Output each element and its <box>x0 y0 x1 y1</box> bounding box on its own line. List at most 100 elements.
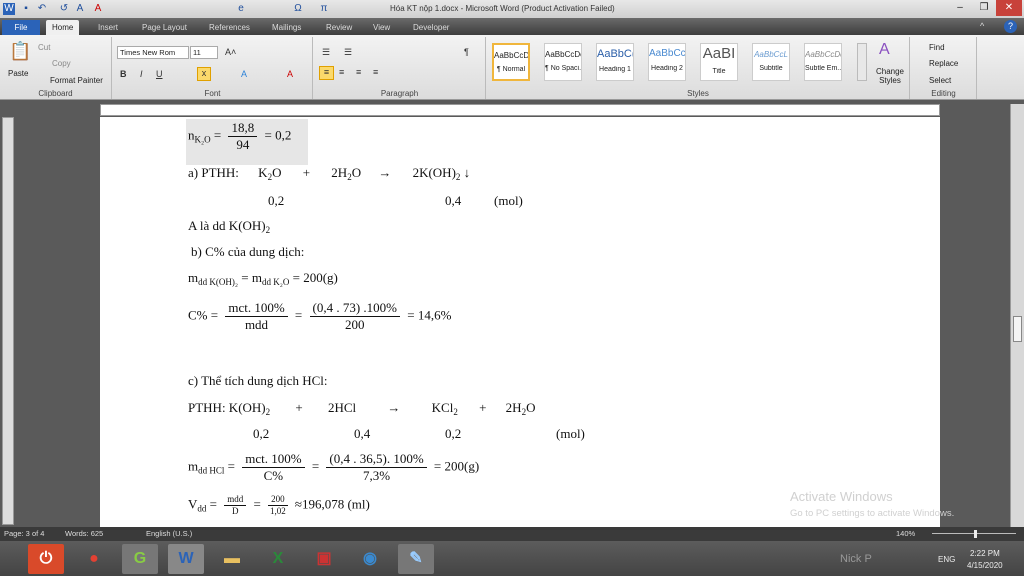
paragraph-label: Paragraph <box>380 89 419 98</box>
underline-button[interactable]: U <box>156 69 163 79</box>
heading-b: b) C% của dung dịch: <box>191 244 305 259</box>
tab-references[interactable]: References <box>203 20 256 35</box>
vertical-ruler[interactable] <box>2 117 14 525</box>
input-language[interactable]: ENG <box>938 555 955 564</box>
collapse-ribbon-icon[interactable]: ^ <box>980 21 984 31</box>
replace-button[interactable]: Replace <box>929 59 958 68</box>
pi-icon[interactable]: π <box>318 3 330 15</box>
styles-label: Styles <box>687 89 709 98</box>
styles-group: AaBbCcDc¶ Normal AaBbCcDc¶ No Spaci... A… <box>487 37 910 99</box>
font-size-select[interactable]: 11 <box>190 46 218 59</box>
tab-review[interactable]: Review <box>320 20 358 35</box>
tab-view[interactable]: View <box>367 20 396 35</box>
justify-button[interactable]: ≡ <box>373 67 378 77</box>
document-page[interactable]: nK₂O = 18,8 94 = 0,2 a) PTHH: K2O + 2H2O … <box>100 117 940 527</box>
font-icon[interactable]: A <box>74 3 86 15</box>
clipboard-label: Clipboard <box>38 89 73 98</box>
select-button[interactable]: Select <box>929 76 951 85</box>
clipboard-group: 📋 Paste Cut Copy Format Painter Clipboar… <box>0 37 112 99</box>
grow-font-icon[interactable]: A˄ <box>225 47 236 57</box>
style-normal[interactable]: AaBbCcDc¶ Normal <box>492 43 530 81</box>
equation-mdd: mdd K(OH)₂ = mdd K₂O = 200(g) <box>188 270 338 287</box>
zoom-level[interactable]: 140% <box>896 527 915 541</box>
change-styles-button[interactable]: Change Styles <box>873 67 907 85</box>
tab-mailings[interactable]: Mailings <box>266 20 307 35</box>
paste-button[interactable]: Paste <box>8 69 28 78</box>
redo-icon[interactable]: ↺ <box>58 3 70 15</box>
tab-page-layout[interactable]: Page Layout <box>136 20 193 35</box>
numbering-icon[interactable]: ☰ <box>344 47 352 58</box>
equation-mdd-hcl: mdd HCl = mct. 100% C% = (0,4 . 36,5). 10… <box>188 451 480 483</box>
excel-icon[interactable]: X <box>260 544 296 574</box>
tab-insert[interactable]: Insert <box>92 20 124 35</box>
restore-button[interactable]: ❐ <box>972 0 996 16</box>
app-icon-2[interactable]: ▣ <box>306 544 342 574</box>
align-center-button[interactable]: ≡ <box>339 67 344 77</box>
bold-button[interactable]: B <box>120 69 127 79</box>
styles-scroll[interactable] <box>857 43 867 81</box>
tab-developer[interactable]: Developer <box>407 20 455 35</box>
show-marks-icon[interactable]: ¶ <box>464 47 469 57</box>
taskbar: ⏻ ● G W ▬ X ▣ ◉ ✎ Nick P ENG 2:22 PM 4/1… <box>0 541 1024 576</box>
chrome-icon[interactable]: ● <box>76 544 112 574</box>
reaction-a: a) PTHH: K2O + 2H2O → 2K(OH)2 ↓ <box>188 165 471 182</box>
language[interactable]: English (U.S.) <box>146 527 192 541</box>
font-name-select[interactable]: Times New Rom <box>117 46 189 59</box>
help-icon[interactable]: ? <box>1004 20 1017 33</box>
align-right-button[interactable]: ≡ <box>356 67 361 77</box>
style-no-spacing[interactable]: AaBbCcDc ¶ No Spaci... <box>544 43 582 81</box>
equation-icon[interactable]: e <box>235 3 247 15</box>
save-icon[interactable]: ▪ <box>20 3 32 15</box>
copy-button[interactable]: Copy <box>52 59 71 68</box>
power-app-icon[interactable]: ⏻ <box>28 544 64 574</box>
style-title[interactable]: AaBI Title <box>700 43 738 81</box>
mol-unit: (mol) <box>556 426 585 441</box>
tab-home[interactable]: Home <box>46 20 80 35</box>
align-left-button[interactable]: ≡ <box>319 66 334 80</box>
omega-icon[interactable]: Ω <box>292 3 304 15</box>
tab-file[interactable]: File <box>2 20 40 35</box>
style-heading-2[interactable]: AaBbCc Heading 2 <box>648 43 686 81</box>
word-taskbar-icon[interactable]: W <box>168 544 204 574</box>
title-bar: W ▪ ↶ ↺ A A e Ω π Hóa KT nộp 1.docx - Mi… <box>0 0 1024 18</box>
network-icon[interactable]: ◉ <box>352 544 388 574</box>
word-count[interactable]: Words: 625 <box>65 527 103 541</box>
activate-windows-title: Activate Windows <box>790 489 893 504</box>
mol-value: 0,2 <box>253 426 270 441</box>
change-styles-icon[interactable]: A <box>879 41 890 59</box>
file-explorer-icon[interactable]: ▬ <box>214 544 250 574</box>
clock-time[interactable]: 2:22 PM <box>970 549 1000 558</box>
minimize-button[interactable]: – <box>948 0 972 16</box>
format-painter-button[interactable]: Format Painter <box>50 76 103 85</box>
paint-icon[interactable]: ✎ <box>398 544 434 574</box>
bullets-icon[interactable]: ☰ <box>322 47 330 58</box>
ribbon-tabs: File Home Insert Page Layout References … <box>0 18 1024 35</box>
app-icon[interactable]: G <box>122 544 158 574</box>
close-button[interactable]: ✕ <box>996 0 1022 16</box>
italic-button[interactable]: I <box>140 69 143 79</box>
cut-button[interactable]: Cut <box>38 43 50 52</box>
style-subtle-emphasis[interactable]: AaBbCcDc Subtle Em... <box>804 43 842 81</box>
horizontal-ruler[interactable] <box>100 104 940 116</box>
mol-value: 0,2 <box>445 426 462 441</box>
word-icon[interactable]: W <box>3 3 15 15</box>
style-heading-1[interactable]: AaBbC(Heading 1 <box>596 43 634 81</box>
mol-unit: (mol) <box>494 193 523 208</box>
editing-group: Find Replace Select Editing <box>911 37 977 99</box>
zoom-slider-thumb[interactable] <box>974 530 977 538</box>
style-subtitle[interactable]: AaBbCcL Subtitle <box>752 43 790 81</box>
paste-icon[interactable]: 📋 <box>9 41 31 62</box>
undo-icon[interactable]: ↶ <box>36 3 48 15</box>
subscript-button[interactable]: x <box>197 67 211 81</box>
vertical-scrollbar[interactable] <box>1010 104 1024 527</box>
clock-date[interactable]: 4/15/2020 <box>967 561 1003 570</box>
font-color-button[interactable]: A <box>287 69 293 79</box>
reaction-c: PTHH: K(OH)2 + 2HCl → KCl2 + 2H2O <box>188 400 536 417</box>
page-count[interactable]: Page: 3 of 4 <box>4 527 44 541</box>
font-color-icon[interactable]: A <box>92 3 104 15</box>
line-a-la-dd: A là dd K(OH)2 <box>188 218 271 235</box>
scroll-thumb[interactable] <box>1013 316 1022 342</box>
find-button[interactable]: Find <box>929 43 945 52</box>
editing-label: Editing <box>931 89 956 98</box>
text-effects-icon[interactable]: A <box>241 69 247 79</box>
